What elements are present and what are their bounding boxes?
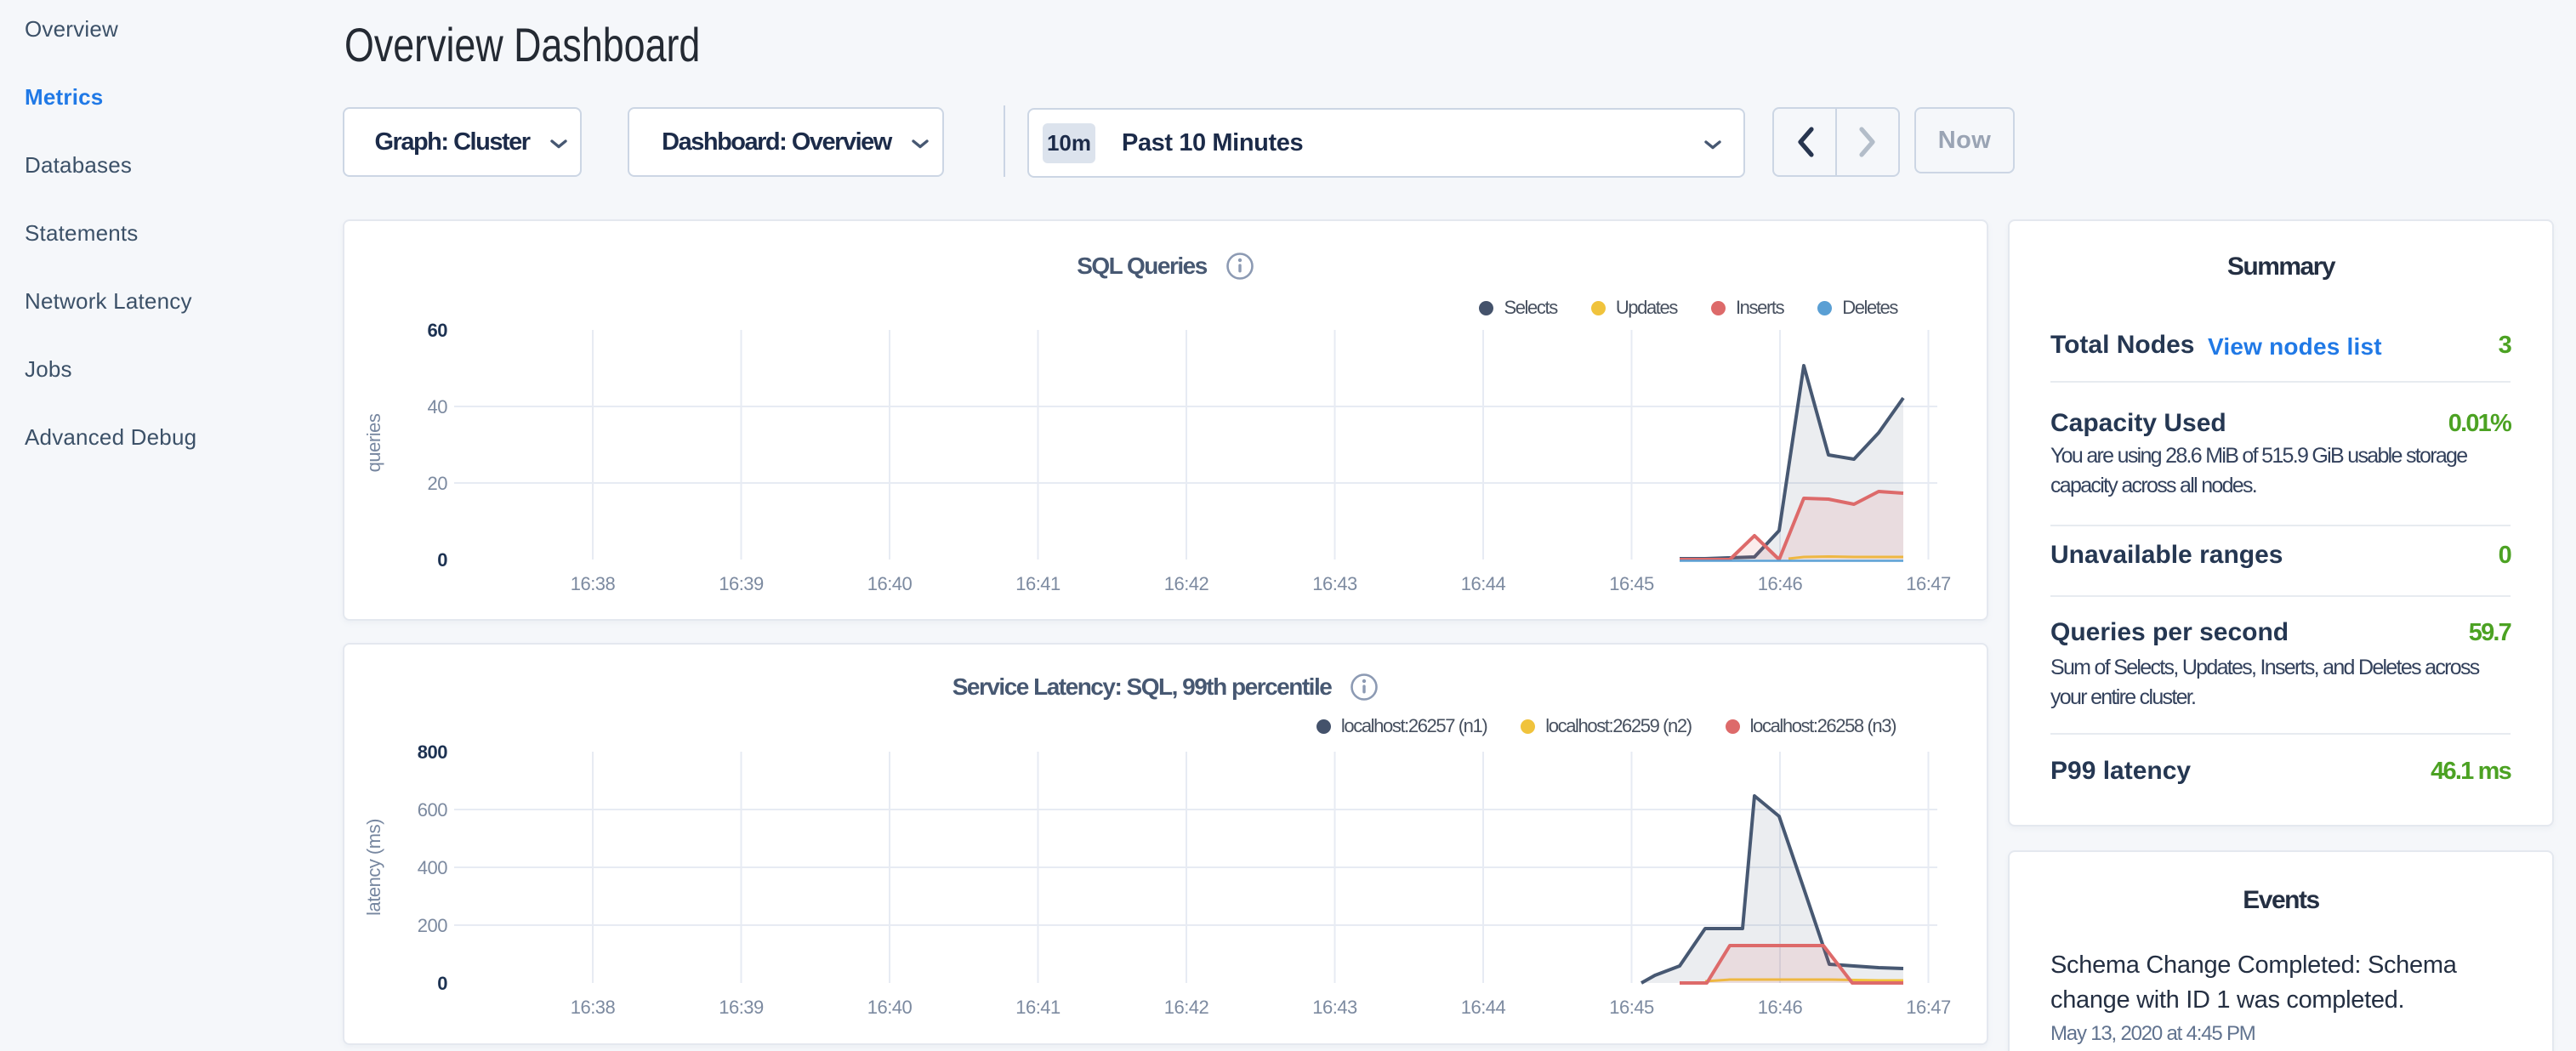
svg-text:16:38: 16:38 (571, 573, 616, 594)
svg-text:200: 200 (418, 915, 447, 936)
svg-text:16:41: 16:41 (1015, 997, 1061, 1018)
svg-text:16:43: 16:43 (1312, 573, 1357, 594)
svg-text:16:40: 16:40 (867, 997, 913, 1018)
svg-text:queries: queries (363, 413, 384, 472)
svg-text:16:39: 16:39 (719, 997, 764, 1018)
svg-text:600: 600 (418, 799, 447, 821)
svg-text:16:44: 16:44 (1461, 997, 1506, 1018)
svg-text:60: 60 (428, 320, 448, 341)
svg-text:400: 400 (418, 857, 447, 878)
svg-text:20: 20 (428, 473, 448, 494)
svg-text:0: 0 (437, 973, 447, 994)
svg-text:16:47: 16:47 (1906, 997, 1951, 1018)
svg-text:16:41: 16:41 (1015, 573, 1061, 594)
svg-text:16:40: 16:40 (867, 573, 913, 594)
svg-text:16:47: 16:47 (1906, 573, 1951, 594)
svg-text:latency (ms): latency (ms) (363, 819, 384, 916)
svg-text:16:39: 16:39 (719, 573, 764, 594)
svg-text:16:46: 16:46 (1758, 573, 1803, 594)
svg-text:16:44: 16:44 (1461, 573, 1506, 594)
svg-text:16:42: 16:42 (1164, 573, 1209, 594)
svg-text:16:45: 16:45 (1609, 573, 1654, 594)
svg-text:16:46: 16:46 (1758, 997, 1803, 1018)
svg-text:16:45: 16:45 (1609, 997, 1654, 1018)
svg-text:16:42: 16:42 (1164, 997, 1209, 1018)
svg-text:40: 40 (428, 396, 448, 418)
svg-text:16:38: 16:38 (571, 997, 616, 1018)
svg-text:16:43: 16:43 (1312, 997, 1357, 1018)
svg-text:0: 0 (437, 549, 447, 571)
svg-text:800: 800 (418, 741, 447, 763)
